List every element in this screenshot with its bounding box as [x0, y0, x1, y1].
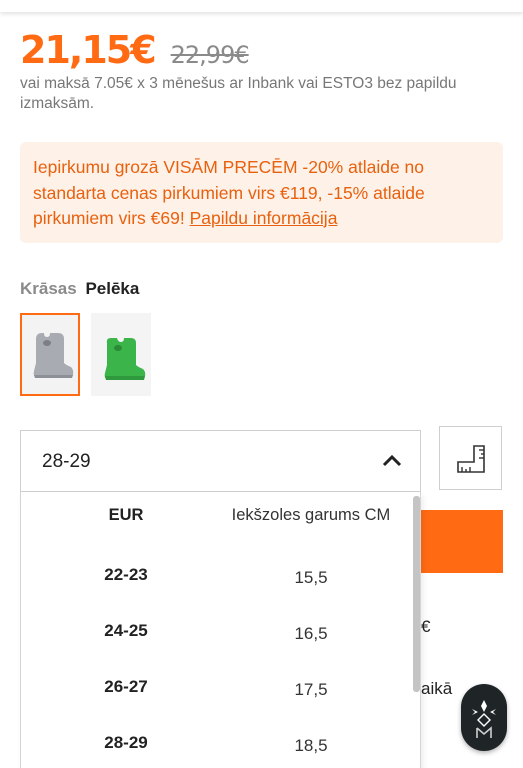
size-option[interactable]: 26-27 17,5	[21, 677, 413, 733]
cutoff-header-text: ˙˙ ˙ ˙˙˙ ˙˙˙ ˙˙	[120, 0, 236, 10]
size-eur: 26-27	[104, 677, 148, 696]
chevron-up-icon	[382, 453, 402, 472]
price-block: 21,15€ 22,99€	[20, 28, 250, 72]
grey-boot-image	[22, 315, 78, 394]
size-cm: 18,5	[294, 736, 328, 755]
size-guide-button[interactable]	[439, 426, 502, 490]
dropdown-scrollbar[interactable]	[413, 496, 420, 692]
selected-color: Pelēka	[85, 279, 140, 298]
promo-more-info-link[interactable]: Papildu informācija	[190, 208, 338, 228]
size-table-header: EUR Iekšzoles garums CM	[21, 506, 413, 530]
size-option[interactable]: 22-23 15,5	[21, 565, 413, 621]
size-select-value: 28-29	[42, 451, 91, 472]
color-swatch-green[interactable]	[91, 313, 151, 396]
green-boot-image	[91, 313, 151, 396]
header-bar-cutoff: ˙˙ ˙ ˙˙˙ ˙˙˙ ˙˙ ˙˙	[0, 0, 523, 12]
size-cm: 17,5	[294, 680, 328, 699]
color-label: Krāsas	[20, 279, 77, 298]
promo-banner: Iepirkumu grozā VISĀM PRECĒM -20% atlaid…	[20, 142, 503, 243]
size-option[interactable]: 24-25 16,5	[21, 621, 413, 677]
size-eur: 22-23	[104, 565, 148, 584]
cutoff-header-text-right: ˙˙	[455, 0, 467, 10]
column-header-eur: EUR	[108, 506, 144, 524]
chat-widget-button[interactable]	[461, 684, 507, 751]
brand-emblem-icon	[472, 700, 496, 738]
column-header-insole: Iekšzoles garums CM	[231, 506, 391, 524]
size-select[interactable]: 28-29	[20, 430, 421, 492]
size-dropdown-list[interactable]: EUR Iekšzoles garums CM 22-23 15,5 24-25…	[20, 492, 421, 768]
hidden-delivery-text: aikā	[421, 679, 453, 698]
size-eur: 28-29	[104, 733, 148, 752]
size-cm: 15,5	[294, 568, 328, 587]
ruler-icon	[457, 445, 485, 473]
installment-info: vai maksā 7.05€ x 3 mēnešus ar Inbank va…	[20, 75, 457, 112]
hidden-price-text: €	[421, 617, 431, 636]
size-cm: 16,5	[294, 624, 328, 643]
color-selector-label: Krāsas Pelēka	[20, 279, 139, 299]
add-to-cart-button[interactable]	[421, 510, 503, 573]
size-option[interactable]: 28-29 18,5	[21, 733, 413, 768]
color-swatch-grey[interactable]	[20, 313, 80, 396]
size-eur: 24-25	[104, 621, 148, 640]
current-price: 21,15€	[20, 28, 157, 72]
old-price: 22,99€	[170, 41, 250, 69]
